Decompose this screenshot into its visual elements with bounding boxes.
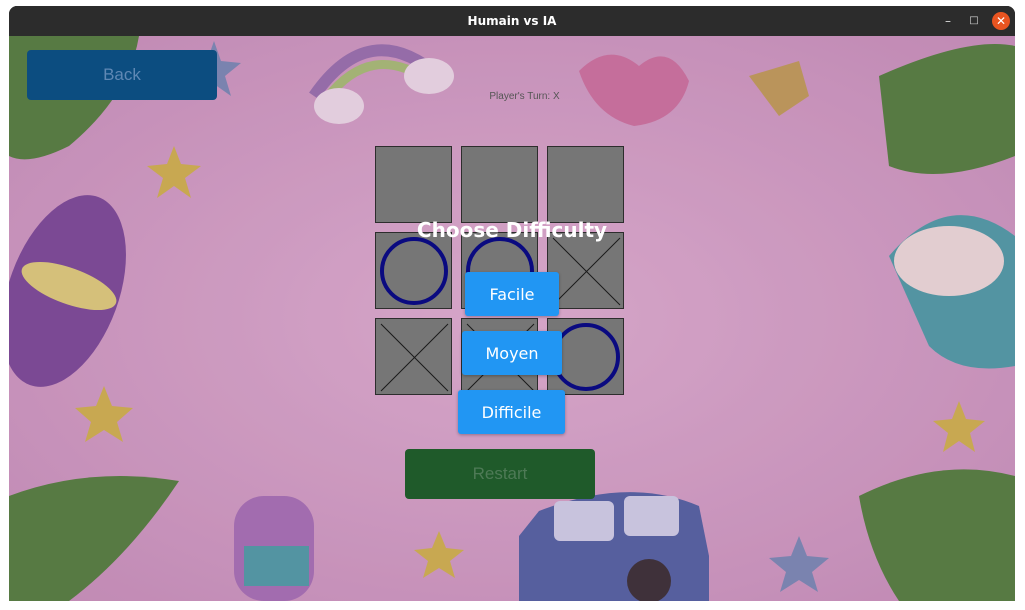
close-icon[interactable]: ✕ [992,12,1010,30]
app-window: Humain vs IA – □ ✕ Back Player's Turn: X… [9,6,1015,601]
difficile-button[interactable]: Difficile [458,390,565,434]
x-mark-icon [380,323,449,392]
x-mark-icon [552,237,621,306]
minimize-icon[interactable]: – [939,12,957,30]
board-cell-0-2[interactable] [547,146,624,223]
game-scene: Back Player's Turn: X Restart Choose Dif… [9,36,1015,601]
board-cell-0-1[interactable] [461,146,538,223]
o-mark-icon [380,237,448,305]
moyen-button[interactable]: Moyen [462,331,562,375]
window-title: Humain vs IA [467,14,557,28]
maximize-icon[interactable]: □ [965,12,983,30]
board-cell-0-0[interactable] [375,146,452,223]
difficulty-dialog-title: Choose Difficulty [416,218,608,242]
facile-button[interactable]: Facile [465,272,559,316]
restart-button[interactable]: Restart [405,449,595,499]
title-bar: Humain vs IA – □ ✕ [9,6,1015,36]
turn-indicator: Player's Turn: X [489,91,560,102]
board-cell-1-0[interactable] [375,232,452,309]
board-cell-2-0[interactable] [375,318,452,395]
